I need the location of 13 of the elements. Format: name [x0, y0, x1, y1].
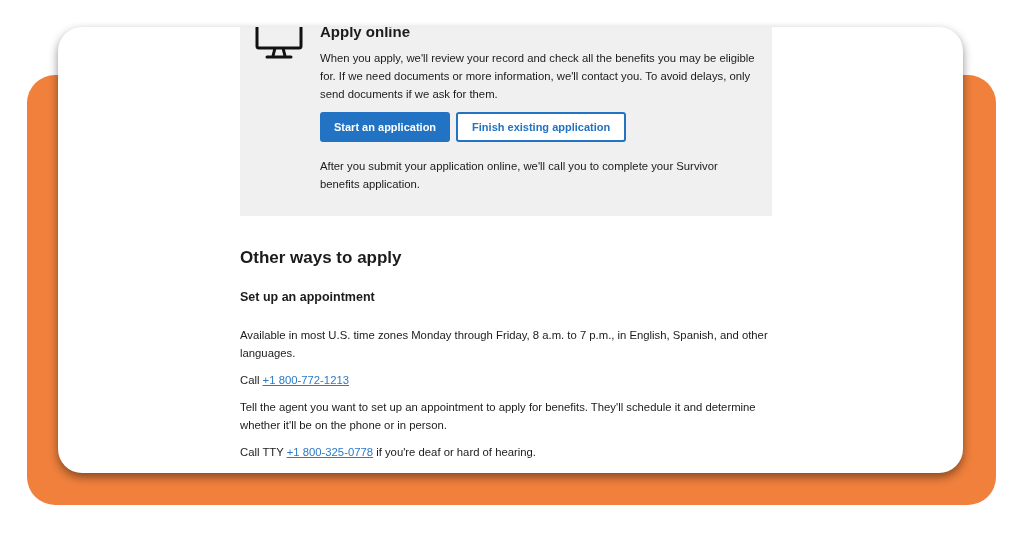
- paragraph: Call TTY +1 800-325-0778 if you're deaf or hard of hearing.: [240, 445, 537, 460]
- monitor-icon: [255, 27, 303, 60]
- paragraph: After you submit your application online, we'll call you to complete your Survivor benefits application.: [320, 159, 719, 192]
- paragraph: Tell the agent you want to set up an appointment to apply for benefits. They'll schedule it and determine whether it'll be on the phone or in person.: [240, 400, 757, 433]
- start-button[interactable]: Start an application: [320, 112, 451, 142]
- paragraph: Available in most U.S. time zones Monday through Friday, 8 a.m. to 7 p.m., in English, Spanish, and other languages.: [240, 328, 769, 361]
- section-heading: Other ways to apply: [240, 248, 403, 268]
- subheading: Set up an appointment: [240, 290, 376, 304]
- phone-link[interactable]: +1 800-772-1213: [262, 374, 349, 386]
- finish-button[interactable]: Finish existing application: [456, 112, 627, 142]
- paragraph: Call +1 800-772-1213: [240, 373, 350, 388]
- phone-link[interactable]: +1 800-325-0778: [286, 446, 374, 458]
- paragraph: When you apply, we'll review your record and check all the benefits you may be eligible for. If we need documents or more information, we'll contact you. To avoid delays, only send documents if we ask for them.: [320, 51, 756, 102]
